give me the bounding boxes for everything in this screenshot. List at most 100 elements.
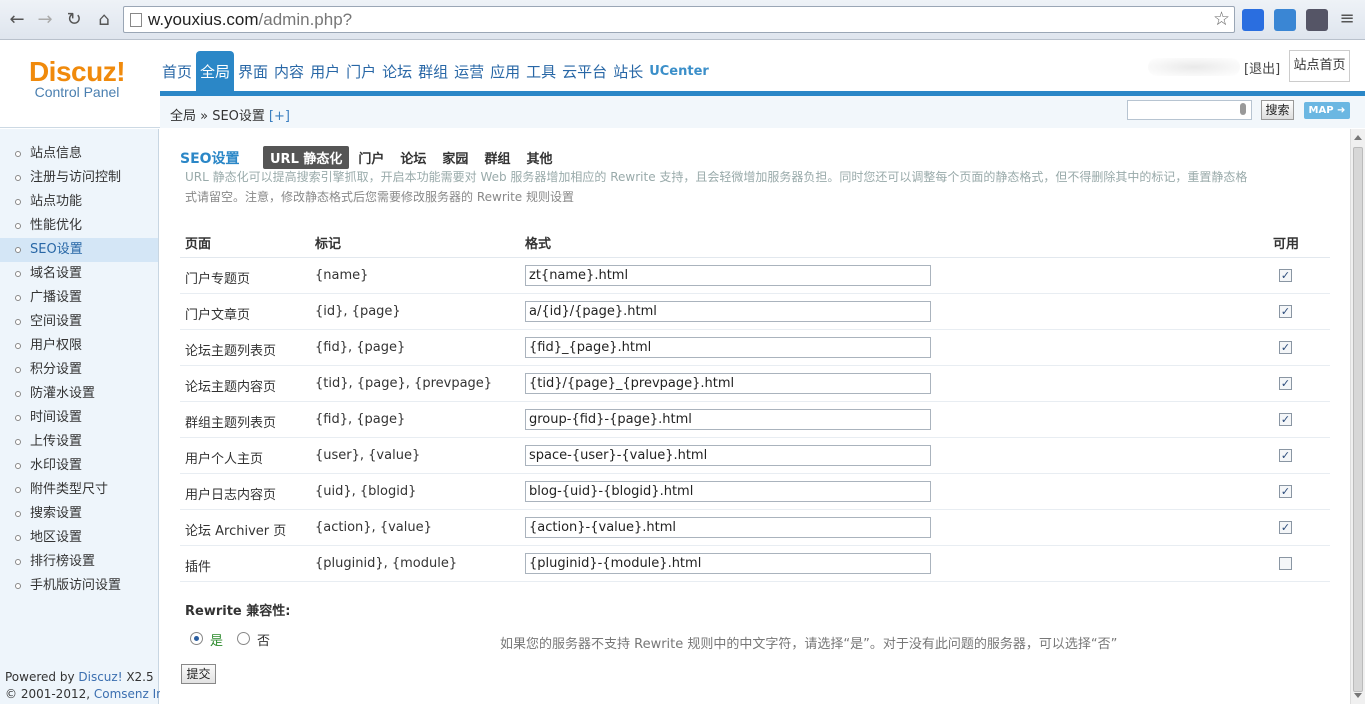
bookmark-star-icon[interactable]: ☆ xyxy=(1213,8,1230,30)
top-tab-0[interactable]: 首页 xyxy=(160,53,194,91)
format-input[interactable]: zt{name}.html xyxy=(525,265,931,286)
top-tab-6[interactable]: 论坛 xyxy=(380,53,414,91)
enabled-checkbox[interactable]: ✓ xyxy=(1279,269,1292,282)
sidebar-item-label: 积分设置 xyxy=(30,362,83,377)
discuz-logo[interactable]: Discuz! Control Panel xyxy=(22,56,132,99)
bullet-icon xyxy=(15,535,21,541)
sidebar-item-8[interactable]: 用户权限 xyxy=(0,334,158,358)
top-tab-7[interactable]: 群组 xyxy=(416,53,450,91)
rewrite-no-radio[interactable] xyxy=(237,632,250,645)
scroll-down-icon[interactable] xyxy=(1354,693,1362,698)
sidebar-item-4[interactable]: SEO设置 xyxy=(0,238,158,262)
sub-tab-3[interactable]: 家园 xyxy=(435,146,475,169)
site-home-button[interactable]: 站点首页 xyxy=(1289,50,1350,82)
top-tab-11[interactable]: 云平台 xyxy=(560,53,609,91)
sidebar-item-9[interactable]: 积分设置 xyxy=(0,358,158,382)
sidebar-item-7[interactable]: 空间设置 xyxy=(0,310,158,334)
sub-tab-1[interactable]: 门户 xyxy=(351,146,391,169)
sidebar-item-16[interactable]: 地区设置 xyxy=(0,526,158,550)
sidebar-item-18[interactable]: 手机版访问设置 xyxy=(0,574,158,598)
submit-button[interactable]: 提交 xyxy=(181,664,216,684)
format-input[interactable]: blog-{uid}-{blogid}.html xyxy=(525,481,931,502)
top-tab-4[interactable]: 用户 xyxy=(308,53,342,91)
map-button[interactable]: MAP ➜ xyxy=(1304,102,1350,119)
sub-tab-2[interactable]: 论坛 xyxy=(393,146,433,169)
top-tab-9[interactable]: 应用 xyxy=(488,53,522,91)
scroll-thumb[interactable] xyxy=(1353,147,1363,692)
table-row: 群组主题列表页 {fid}, {page} group-{fid}-{page}.h… xyxy=(180,402,1330,438)
home-icon[interactable]: ⌂ xyxy=(93,9,115,31)
enabled-checkbox[interactable]: ✓ xyxy=(1279,485,1292,498)
enabled-checkbox[interactable]: ✓ xyxy=(1279,341,1292,354)
format-input[interactable]: {action}-{value}.html xyxy=(525,517,931,538)
sidebar-item-0[interactable]: 站点信息 xyxy=(0,142,158,166)
rewrite-yes-label[interactable]: 是 xyxy=(210,630,223,649)
sidebar-item-label: 手机版访问设置 xyxy=(30,578,122,593)
tool-extension-icon[interactable] xyxy=(1306,9,1328,31)
top-tab-12[interactable]: 站长 xyxy=(611,53,645,91)
logout-link[interactable]: [退出] xyxy=(1244,58,1280,77)
top-tab-1[interactable]: 全局 xyxy=(196,51,235,91)
enabled-checkbox[interactable]: ✓ xyxy=(1279,413,1292,426)
sidebar-item-12[interactable]: 上传设置 xyxy=(0,430,158,454)
sidebar-item-11[interactable]: 时间设置 xyxy=(0,406,158,430)
sidebar-item-2[interactable]: 站点功能 xyxy=(0,190,158,214)
search-input[interactable] xyxy=(1127,100,1252,120)
baidu-extension-icon[interactable] xyxy=(1242,9,1264,31)
row-page: 门户文章页 xyxy=(185,308,251,323)
format-input[interactable]: a/{id}/{page}.html xyxy=(525,301,931,322)
sidebar-item-17[interactable]: 排行榜设置 xyxy=(0,550,158,574)
format-input[interactable]: {pluginid}-{module}.html xyxy=(525,553,931,574)
rewrite-tip: 如果您的服务器不支持 Rewrite 规则中的中文字符，请选择“是”。对于没有此… xyxy=(500,637,1118,652)
sidebar-item-5[interactable]: 域名设置 xyxy=(0,262,158,286)
format-input[interactable]: space-{user}-{value}.html xyxy=(525,445,931,466)
screen-extension-icon[interactable] xyxy=(1274,9,1296,31)
reload-icon[interactable]: ↻ xyxy=(63,9,85,31)
sidebar-item-6[interactable]: 广播设置 xyxy=(0,286,158,310)
sidebar-item-15[interactable]: 搜索设置 xyxy=(0,502,158,526)
sidebar-item-label: 排行榜设置 xyxy=(30,554,96,569)
sidebar-item-14[interactable]: 附件类型尺寸 xyxy=(0,478,158,502)
wrench-menu-icon[interactable]: ≡ xyxy=(1336,9,1358,31)
enabled-checkbox[interactable]: ✓ xyxy=(1279,305,1292,318)
top-tab-2[interactable]: 界面 xyxy=(236,53,270,91)
address-bar[interactable]: w.youxius.com/admin.php? ☆ xyxy=(123,6,1235,33)
table-row: 门户文章页 {id}, {page} a/{id}/{page}.html ✓ xyxy=(180,294,1330,330)
sidebar-item-1[interactable]: 注册与访问控制 xyxy=(0,166,158,190)
top-tab-5[interactable]: 门户 xyxy=(344,53,378,91)
sidebar-item-3[interactable]: 性能优化 xyxy=(0,214,158,238)
row-page: 用户个人主页 xyxy=(185,452,264,467)
search-button[interactable]: 搜索 xyxy=(1261,100,1294,120)
format-input[interactable]: group-{fid}-{page}.html xyxy=(525,409,931,430)
discuz-link[interactable]: Discuz! xyxy=(78,670,122,684)
forward-icon[interactable]: → xyxy=(34,9,56,31)
enabled-checkbox[interactable]: ✓ xyxy=(1279,521,1292,534)
top-tab-10[interactable]: 工具 xyxy=(524,53,558,91)
format-input[interactable]: {tid}/{page}_{prevpage}.html xyxy=(525,373,931,394)
table-row: 论坛主题内容页 {tid}, {page}, {prevpage} {tid}/{p… xyxy=(180,366,1330,402)
sidebar-item-label: 水印设置 xyxy=(30,458,83,473)
mic-icon xyxy=(1240,103,1246,115)
sub-tab-4[interactable]: 群组 xyxy=(477,146,517,169)
scroll-up-icon[interactable] xyxy=(1354,135,1362,140)
bullet-icon xyxy=(15,151,21,157)
rewrite-yes-radio[interactable] xyxy=(190,632,203,645)
format-input[interactable]: {fid}_{page}.html xyxy=(525,337,931,358)
top-tab-13[interactable]: UCenter xyxy=(647,53,711,91)
add-shortcut-button[interactable]: [+] xyxy=(269,109,290,124)
sidebar-item-10[interactable]: 防灌水设置 xyxy=(0,382,158,406)
page-scrollbar[interactable] xyxy=(1350,129,1365,704)
top-tab-3[interactable]: 内容 xyxy=(272,53,306,91)
top-tab-8[interactable]: 运营 xyxy=(452,53,486,91)
rewrite-no-label[interactable]: 否 xyxy=(257,630,270,649)
enabled-checkbox[interactable]: ✓ xyxy=(1279,449,1292,462)
bullet-icon xyxy=(15,367,21,373)
enabled-checkbox[interactable] xyxy=(1279,557,1292,570)
back-icon[interactable]: ← xyxy=(6,9,28,31)
row-page: 论坛主题内容页 xyxy=(185,380,277,395)
bullet-icon xyxy=(15,559,21,565)
sub-tab-0[interactable]: URL 静态化 xyxy=(263,146,350,169)
sidebar-item-13[interactable]: 水印设置 xyxy=(0,454,158,478)
sub-tab-5[interactable]: 其他 xyxy=(519,146,559,169)
enabled-checkbox[interactable]: ✓ xyxy=(1279,377,1292,390)
